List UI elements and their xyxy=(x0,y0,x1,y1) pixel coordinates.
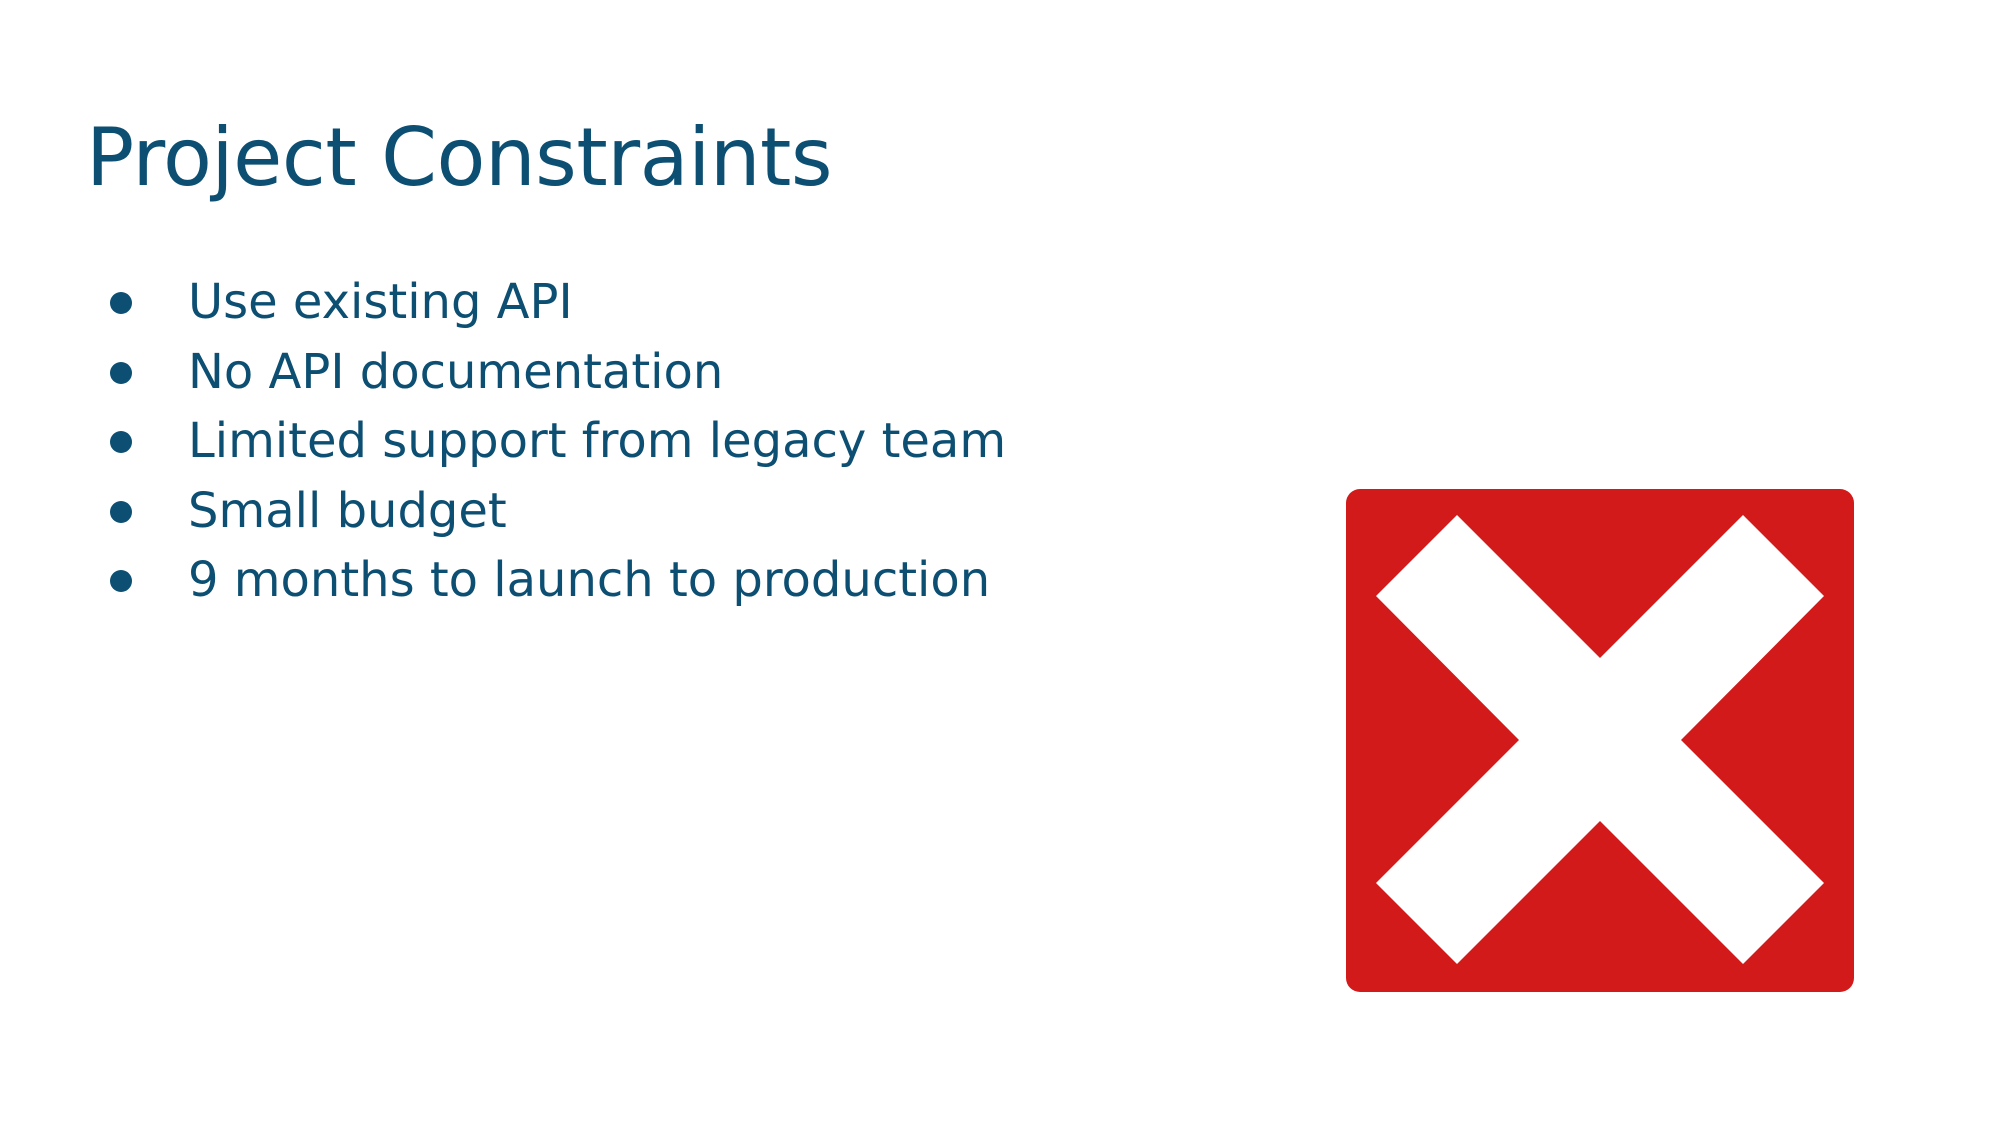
list-item-text: Small budget xyxy=(188,482,507,539)
list-item-text: Limited support from legacy team xyxy=(188,413,1007,469)
bullet-icon xyxy=(110,361,132,384)
list-item-text: Use existing API xyxy=(188,274,573,330)
bullet-icon xyxy=(110,570,132,592)
x-mark-graphic xyxy=(1346,489,1854,992)
list-item: Small budget xyxy=(0,477,1150,547)
list-item: 9 months to launch to production xyxy=(0,546,1150,616)
list-item: No API documentation xyxy=(0,338,1150,408)
list-item-text: 9 months to launch to production xyxy=(188,552,991,608)
constraints-list: Use existing API No API documentation Li… xyxy=(0,268,1150,616)
bullet-icon xyxy=(110,500,132,523)
bullet-icon xyxy=(110,292,132,314)
slide-title: Project Constraints xyxy=(86,111,833,204)
slide: Project Constraints Use existing API No … xyxy=(0,0,2000,1125)
list-item: Limited support from legacy team xyxy=(0,407,1150,477)
list-item: Use existing API xyxy=(0,268,1150,338)
bullet-icon xyxy=(110,431,132,453)
red-x-mark-icon xyxy=(1346,489,1854,992)
list-item-text: No API documentation xyxy=(188,343,724,400)
